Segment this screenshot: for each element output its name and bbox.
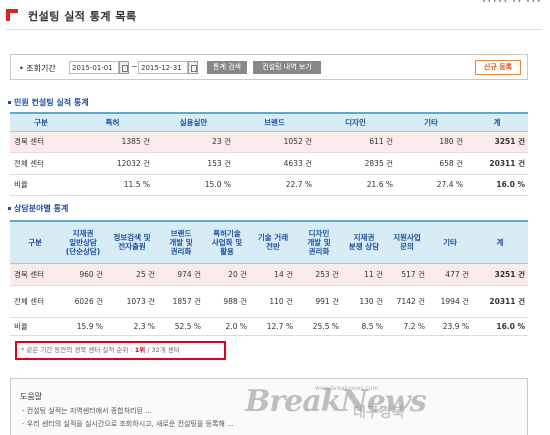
column-header: 특허 — [72, 112, 153, 132]
table-row: 전체 센터 12032 건 153 건 4633 건 2835 건 658 건 … — [10, 152, 528, 175]
column-header: 구분 — [10, 220, 60, 264]
column-header: 지재권 분쟁 상담 — [342, 220, 386, 264]
rank-value: 1위 — [134, 346, 146, 354]
calendar-icon[interactable] — [119, 61, 129, 74]
table-row: 경북 센터 960 건 25 건 974 건 20 건 14 건 253 건 1… — [10, 263, 528, 286]
help-title: 도움말 — [20, 392, 43, 401]
search-period-label: • 조회기간 — [19, 64, 56, 73]
column-header: 기타 — [428, 220, 472, 264]
consulting-history-button[interactable]: 컨설팅 내역 보기 — [253, 61, 321, 74]
consulting-field-table: 구분 지재권 일반상담 (단순상담) 정보검색 및 전자출원 브랜드 개발 및 … — [10, 220, 528, 336]
table-row: 비율 15.9 % 2.3 % 52.5 % 2.0 % 12.7 % 25.5… — [10, 317, 528, 336]
calendar-icon[interactable] — [188, 61, 198, 74]
section-title-civil: 민원 컨설팅 실적 통계 — [8, 97, 89, 108]
bullet-icon — [8, 101, 11, 104]
column-header: 디자인 개발 및 권리화 — [296, 220, 342, 264]
column-header: 기술 거래 전반 — [250, 220, 296, 264]
column-header: 구분 — [10, 112, 72, 132]
table-row: 비율 11.5 % 15.0 % 22.7 % 21.6 % 27.4 % 16… — [10, 174, 528, 196]
bullet-icon — [8, 207, 11, 210]
table-row: 경북 센터 1385 건 23 건 1052 건 611 건 180 건 325… — [10, 131, 528, 153]
page-header: 컨설팅 실적 통계 목록 — [6, 8, 542, 30]
column-header: 계 — [466, 112, 528, 132]
column-header: 실용실안 — [153, 112, 234, 132]
column-header: 디자인 — [315, 112, 396, 132]
column-header: 계 — [472, 220, 528, 264]
new-register-button[interactable]: 신규 등록 — [475, 60, 521, 75]
column-header: 특허기술 사업화 및 활용 — [204, 220, 250, 264]
date-to-input[interactable] — [138, 61, 188, 74]
civil-consulting-table: 구분 특허 실용실안 브랜드 디자인 기타 계 경북 센터 1385 건 23 … — [10, 112, 528, 196]
rank-notice: * 같은 기간 동안의 경북 센터 실적 순위 : 1위 / 32개 센터 — [15, 341, 226, 360]
watermark-korean: 대구경북 — [353, 405, 405, 421]
help-line: - 우리 센터의 실적을 실시간으로 조회하시고, 새로운 컨설팅을 등록해 .… — [22, 420, 234, 428]
column-header: 브랜드 — [234, 112, 315, 132]
stats-search-button[interactable]: 통계 검색 — [207, 61, 247, 74]
search-panel: • 조회기간 ~ 통계 검색 컨설팅 내역 보기 신규 등록 — [10, 54, 528, 80]
column-header: 정보검색 및 전자출원 — [106, 220, 158, 264]
date-from-input[interactable] — [69, 61, 119, 74]
column-header: 브랜드 개발 및 권리화 — [158, 220, 204, 264]
column-header: 지원사업 문의 — [386, 220, 428, 264]
title-bracket-icon — [6, 9, 18, 21]
section-title-field: 상담분야별 통계 — [8, 203, 68, 214]
date-range-separator: ~ — [131, 62, 138, 71]
top-utility-links[interactable]: ∙∙∙∙∙ ∙∙ ∙∙∙ — [482, 0, 542, 5]
page-title: 컨설팅 실적 통계 목록 — [28, 10, 137, 23]
column-header: 기타 — [396, 112, 466, 132]
column-header: 지재권 일반상담 (단순상담) — [60, 220, 106, 264]
table-row: 전체 센터 6026 건 1073 건 1857 건 988 건 110 건 9… — [10, 285, 528, 318]
help-line: - 컨설팅 실적는 지역센터에서 종합처리된 ... — [22, 407, 152, 415]
